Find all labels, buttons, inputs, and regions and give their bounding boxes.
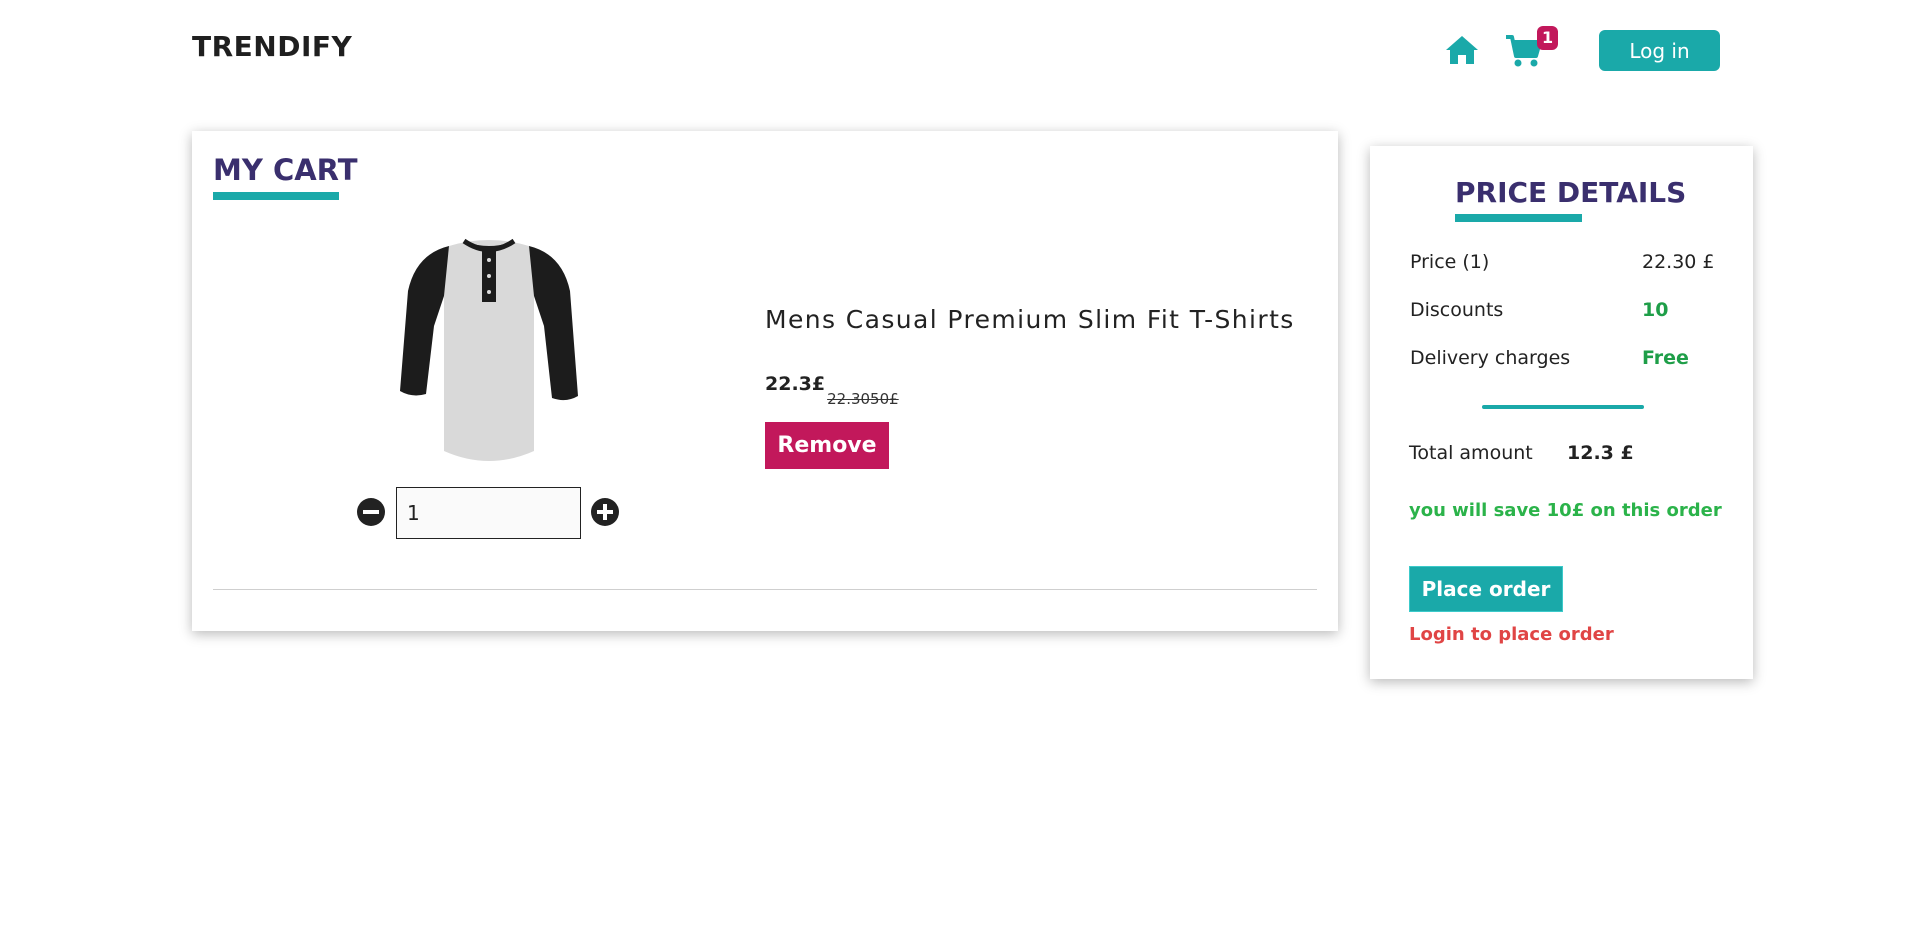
divider [213,589,1317,590]
discounts-value: 10 [1642,299,1669,321]
price-details-title: PRICE DETAILS [1455,176,1687,209]
place-order-button[interactable]: Place order [1409,566,1563,612]
price-value: 22.30 £ [1642,251,1715,273]
cart-count-badge: 1 [1537,26,1559,50]
price-label: Price (1) [1410,251,1490,273]
delivery-value: Free [1642,347,1689,369]
product-name: Mens Casual Premium Slim Fit T-Shirts [765,305,1295,334]
price-details-panel: PRICE DETAILS Price (1) 22.30 £ Discount… [1370,146,1753,679]
decrease-quantity-icon[interactable] [356,497,386,527]
delivery-label: Delivery charges [1410,347,1571,369]
total-amount-label: Total amount [1409,442,1533,464]
title-underline [1455,214,1582,222]
original-price: 22.3050£ [827,390,899,408]
savings-message: you will save 10£ on this order [1409,500,1722,521]
home-icon[interactable] [1445,34,1479,66]
cart-title: MY CART [213,153,358,187]
divider [1482,405,1644,409]
discounts-label: Discounts [1410,299,1504,321]
current-price: 22.3£ [765,373,826,395]
cart-panel: MY CART Mens Casual Premium Slim Fit T-S… [192,131,1338,631]
increase-quantity-icon[interactable] [590,497,620,527]
login-warning: Login to place order [1409,624,1614,645]
brand-logo[interactable]: TRENDIFY [192,30,352,63]
remove-button[interactable]: Remove [765,422,889,469]
login-button[interactable]: Log in [1599,30,1720,71]
title-underline [213,192,339,200]
total-amount-value: 12.3 £ [1567,442,1634,464]
price-row: 22.3£22.3050£ [765,373,899,408]
product-image[interactable] [394,226,584,471]
quantity-input[interactable] [396,487,581,539]
